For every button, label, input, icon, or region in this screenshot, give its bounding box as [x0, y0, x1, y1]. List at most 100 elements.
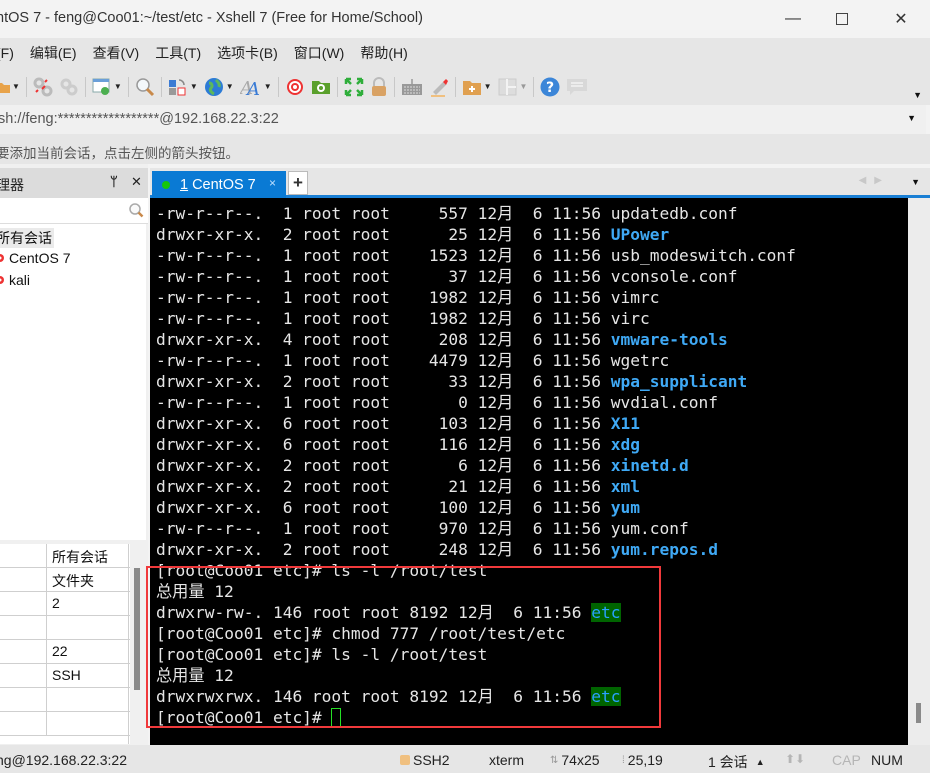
listing-meta: drwxr-xr-x. 6 root root 103 12月 6 11:56	[156, 414, 611, 433]
listing-meta: drwxr-xr-x. 6 root root 100 12月 6 11:56	[156, 498, 611, 517]
menu-view[interactable]: 查看(V)	[93, 43, 140, 63]
chevron-down-icon: ▼	[12, 82, 20, 91]
terminal-line: [root@Coo01 etc]#	[156, 707, 796, 728]
layout-button[interactable]: ▼	[498, 76, 527, 98]
toolbar: ▼ ▼ ▼ ▼ AA ▼ ▼ ▼ ? ▼	[0, 68, 930, 105]
help-button[interactable]: ?	[540, 76, 560, 98]
xftp-swirl-button[interactable]	[285, 76, 305, 98]
chat-button[interactable]	[566, 76, 588, 98]
address-input[interactable]: sh://feng:******************@192.168.22.…	[0, 111, 279, 127]
title-bar: ntOS 7 - feng@Coo01:~/test/etc - Xshell …	[0, 0, 930, 38]
reconnect-button[interactable]	[59, 76, 79, 98]
close-icon: ✕	[894, 11, 908, 28]
session-icon	[0, 276, 4, 284]
listing-meta: drwxr-xr-x. 2 root root 248 12月 6 11:56	[156, 540, 611, 559]
font-button[interactable]: AA ▼	[240, 76, 272, 98]
session-search-input[interactable]	[0, 198, 148, 224]
tab-list-dropdown-icon[interactable]: ▼	[911, 177, 920, 187]
terminal-line: 总用量 12	[156, 581, 796, 602]
terminal-text: drwxrwxrwx. 146 root root 8192 12月 6 11:…	[156, 687, 592, 706]
status-num: NUM	[871, 752, 903, 768]
xftp-button[interactable]	[311, 76, 331, 98]
globe-button[interactable]: ▼	[204, 76, 234, 98]
fullscreen-button[interactable]	[344, 76, 364, 98]
panel-scrollbar[interactable]	[134, 568, 140, 690]
search-icon[interactable]	[128, 202, 144, 218]
new-tab-button[interactable]: +	[288, 171, 308, 195]
menu-file[interactable]: (F)	[0, 45, 14, 61]
close-button[interactable]: ✕	[881, 6, 921, 32]
menu-help[interactable]: 帮助(H)	[360, 43, 407, 63]
chevron-down-icon: ▼	[225, 82, 234, 91]
address-dropdown-icon[interactable]: ▼	[907, 113, 916, 123]
panel-close-icon[interactable]: ✕	[131, 174, 142, 190]
minimize-button[interactable]: —	[773, 6, 813, 32]
lock-button[interactable]	[370, 76, 388, 98]
terminal-text: 总用量 12	[156, 666, 234, 685]
tab-close-icon[interactable]: ×	[269, 176, 276, 190]
terminal-line: drwxrw-rw-. 146 root root 8192 12月 6 11:…	[156, 602, 796, 623]
listing-row: -rw-r--r--. 1 root root 4479 12月 6 11:56…	[156, 350, 796, 371]
menu-window[interactable]: 窗口(W)	[294, 43, 345, 63]
tab-centos[interactable]: 1 CentOS 7 ×	[152, 171, 286, 198]
tree-item-kali[interactable]: kali	[0, 272, 30, 288]
property-value: 22	[52, 643, 68, 659]
keyboard-button[interactable]	[401, 76, 423, 98]
scrollbar-thumb[interactable]	[916, 703, 921, 723]
session-icon	[0, 254, 4, 262]
tree-item-centos[interactable]: CentOS 7	[0, 250, 70, 266]
highlight-button[interactable]	[429, 76, 449, 98]
tab-scroll-arrows[interactable]: ◀▶	[859, 175, 890, 186]
terminal-text: [root@Coo01 etc]# chmod 777 /root/test/e…	[156, 624, 566, 643]
listing-row: -rw-r--r--. 1 root root 1982 12月 6 11:56…	[156, 308, 796, 329]
session-properties-button[interactable]: ▼	[92, 76, 122, 98]
window-gear-icon	[92, 78, 110, 95]
listing-meta: -rw-r--r--. 1 root root 37 12月 6 11:56	[156, 267, 611, 286]
terminal-text: [root@Coo01 etc]# ls -l /root/test	[156, 645, 488, 664]
terminal-output[interactable]: -rw-r--r--. 1 root root 557 12月 6 11:56 …	[150, 198, 908, 745]
open-button[interactable]: ▼	[0, 76, 20, 98]
status-cursor: ⁞ 25,19	[622, 752, 663, 768]
highlighted-directory: etc	[591, 603, 621, 622]
menu-edit[interactable]: 编辑(E)	[30, 43, 77, 63]
find-button[interactable]	[135, 76, 155, 98]
terminal-line: [root@Coo01 etc]# chmod 777 /root/test/e…	[156, 623, 796, 644]
pin-icon[interactable]: ᛘ	[110, 174, 118, 189]
terminal-lines: -rw-r--r--. 1 root root 557 12月 6 11:56 …	[156, 203, 796, 728]
menu-tabs[interactable]: 选项卡(B)	[217, 43, 278, 63]
directory-name: yum.repos.d	[610, 540, 718, 559]
file-name: vconsole.conf	[610, 267, 738, 286]
tree-item-all-sessions[interactable]: 所有会话	[0, 228, 54, 248]
property-row: SSH	[0, 664, 130, 688]
globe-icon	[204, 77, 223, 96]
file-name: wvdial.conf	[610, 393, 718, 412]
toolbar-separator	[84, 76, 86, 97]
listing-row: drwxr-xr-x. 2 root root 33 12月 6 11:56 w…	[156, 371, 796, 392]
tree-item-label: kali	[9, 272, 31, 288]
highlighted-directory: etc	[591, 687, 621, 706]
new-folder-button[interactable]: ▼	[462, 76, 492, 98]
terminal-line: drwxrwxrwx. 146 root root 8192 12月 6 11:…	[156, 686, 796, 707]
directory-name: xinetd.d	[610, 456, 689, 475]
address-bar[interactable]: sh://feng:******************@192.168.22.…	[0, 105, 926, 134]
chat-icon	[567, 78, 588, 95]
maximize-button[interactable]	[822, 6, 862, 32]
listing-meta: drwxr-xr-x. 2 root root 6 12月 6 11:56	[156, 456, 611, 475]
menu-tools[interactable]: 工具(T)	[155, 43, 201, 63]
transfer-button[interactable]: ▼	[168, 76, 198, 98]
listing-meta: -rw-r--r--. 1 root root 4479 12月 6 11:56	[156, 351, 611, 370]
toolbar-overflow-icon[interactable]: ▼	[913, 90, 922, 100]
status-sessions[interactable]: 1 会话 ▲	[708, 752, 765, 772]
status-nav-arrows[interactable]: ⬆⬇	[785, 752, 805, 766]
property-row	[0, 616, 130, 640]
lock-icon	[371, 76, 386, 96]
property-value: 文件夹	[52, 573, 94, 589]
terminal-text: drwxrw-rw-. 146 root root 8192 12月 6 11:…	[156, 603, 592, 622]
status-cap: CAP	[832, 752, 861, 768]
layout-icon	[498, 78, 517, 95]
directory-name: yum	[610, 498, 640, 517]
terminal-scrollbar[interactable]	[908, 198, 930, 745]
listing-row: drwxr-xr-x. 2 root root 21 12月 6 11:56 x…	[156, 476, 796, 497]
toolbar-separator	[127, 76, 129, 97]
disconnect-button[interactable]	[33, 76, 53, 98]
